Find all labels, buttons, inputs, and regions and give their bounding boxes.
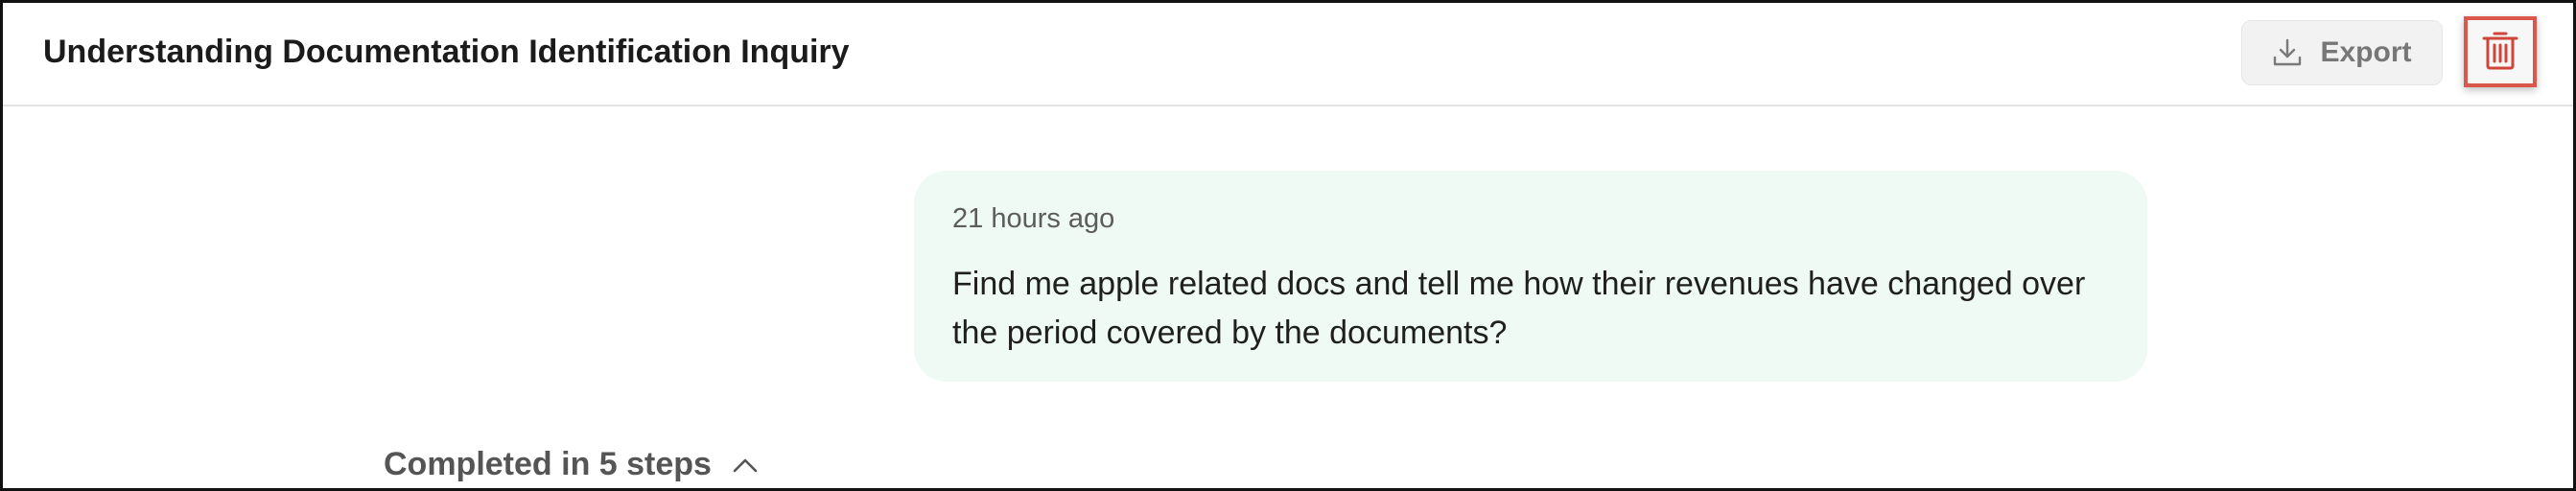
conversation-window: Understanding Documentation Identificati… — [0, 0, 2576, 491]
header-bar: Understanding Documentation Identificati… — [3, 3, 2573, 106]
steps-label: Completed in 5 steps — [384, 446, 712, 482]
user-message-bubble: 21 hours ago Find me apple related docs … — [914, 171, 2147, 382]
export-label: Export — [2320, 36, 2412, 68]
page-title: Understanding Documentation Identificati… — [43, 34, 850, 70]
export-button[interactable]: Export — [2241, 20, 2443, 85]
download-icon — [2272, 37, 2303, 68]
chevron-up-icon — [733, 457, 758, 473]
steps-toggle[interactable]: Completed in 5 steps — [384, 446, 758, 483]
trash-icon — [2481, 29, 2519, 76]
message-text: Find me apple related docs and tell me h… — [952, 266, 2086, 351]
delete-button[interactable] — [2464, 16, 2537, 87]
message-timestamp: 21 hours ago — [952, 203, 1115, 234]
